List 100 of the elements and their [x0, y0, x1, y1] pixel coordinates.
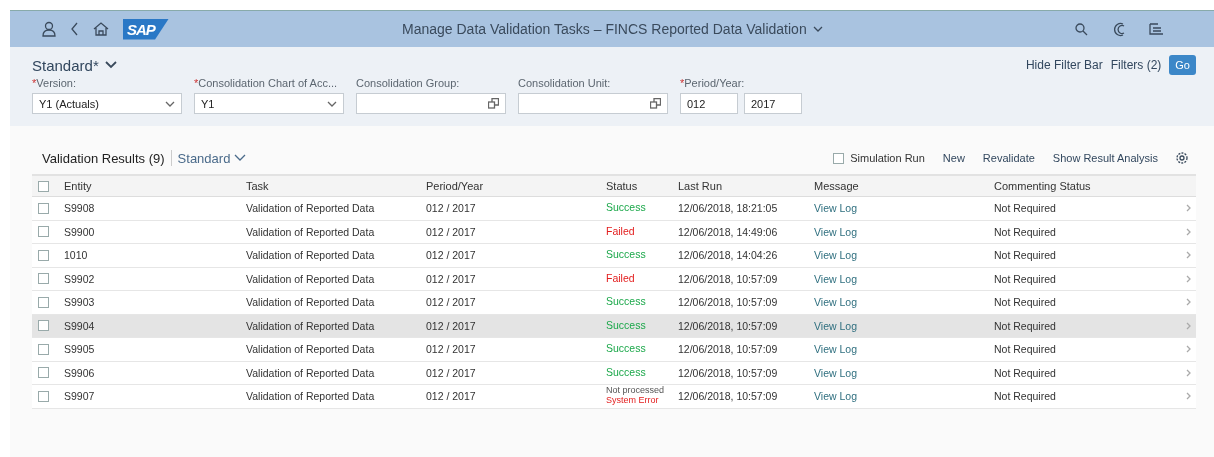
back-icon[interactable]: [70, 22, 79, 36]
input-field[interactable]: 2017: [744, 93, 802, 114]
home-icon[interactable]: [93, 22, 109, 36]
table-cell: Not Required: [994, 319, 1056, 332]
table-cell: 012 / 2017: [426, 319, 476, 332]
view-log-link[interactable]: View Log: [814, 249, 857, 262]
chevron-down-icon[interactable]: [165, 100, 175, 107]
checkbox[interactable]: [38, 180, 49, 192]
table-cell: Not Required: [994, 390, 1056, 403]
table-row[interactable]: S9900 Validation of Reported Data 012 / 2017 Failed 12/06/2018, 14:49:06 View Log Not Required: [32, 220, 1196, 244]
table-row[interactable]: S9905 Validation of Reported Data 012 / 2017 Success 12/06/2018, 10:57:09 View Log Not Required: [32, 338, 1196, 362]
view-log-link[interactable]: View Log: [814, 366, 857, 379]
table-row[interactable]: S9906 Validation of Reported Data 012 / 2017 Success 12/06/2018, 10:57:09 View Log Not Required: [32, 361, 1196, 385]
column-header[interactable]: Entity: [64, 180, 92, 192]
field-label: *Version:: [32, 77, 78, 89]
checkbox[interactable]: [38, 367, 49, 379]
table-cell: 12/06/2018, 14:04:26: [678, 249, 778, 262]
field-label: *Period/Year:: [680, 77, 746, 89]
table-row[interactable]: 1010 Validation of Reported Data 012 / 2017 Success 12/06/2018, 14:04:26 View Log Not Required: [32, 244, 1196, 268]
chevron-right-icon[interactable]: [1185, 251, 1191, 260]
dropdown-field[interactable]: Y1: [194, 93, 344, 114]
column-header[interactable]: Period/Year: [426, 180, 484, 192]
table-cell: Validation of Reported Data: [246, 296, 375, 309]
chevron-right-icon[interactable]: [1185, 274, 1191, 283]
table-row[interactable]: S9908 Validation of Reported Data 012 / 2017 Success 12/06/2018, 18:21:05 View Log Not Required: [32, 197, 1196, 221]
chevron-down-icon[interactable]: [104, 61, 117, 69]
table-cell: 012 / 2017: [426, 202, 476, 215]
table-cell: 012 / 2017: [426, 296, 476, 309]
table-cell: 012 / 2017: [426, 225, 476, 238]
table-cell: 12/06/2018, 10:57:09: [678, 319, 778, 332]
chevron-right-icon[interactable]: [1185, 204, 1191, 213]
chevron-right-icon[interactable]: [1185, 345, 1191, 354]
chevron-down-icon[interactable]: [327, 100, 337, 107]
chevron-right-icon[interactable]: [1185, 321, 1191, 330]
value-help-icon[interactable]: [488, 98, 499, 109]
table-cell: Validation of Reported Data: [246, 225, 375, 238]
toolbar-action[interactable]: Show Result Analysis: [1052, 152, 1158, 164]
checkbox[interactable]: [38, 273, 49, 285]
table-cell: S9900: [64, 225, 95, 238]
table-cell: Not Required: [994, 343, 1056, 356]
view-log-link[interactable]: View Log: [814, 343, 857, 356]
table-cell: S9908: [64, 202, 95, 215]
table-cell: 012 / 2017: [426, 390, 476, 403]
view-log-link[interactable]: View Log: [814, 390, 857, 403]
chevron-right-icon[interactable]: [1185, 298, 1191, 307]
input-field[interactable]: [518, 93, 668, 114]
chevron-right-icon[interactable]: [1185, 227, 1191, 236]
checkbox[interactable]: [38, 390, 49, 402]
chevron-right-icon[interactable]: [1185, 392, 1191, 401]
checkbox[interactable]: [38, 320, 49, 332]
input-field[interactable]: [356, 93, 506, 114]
checkbox[interactable]: [38, 249, 49, 261]
toolbar-action[interactable]: New: [942, 152, 965, 164]
status-text: Success: [606, 366, 646, 379]
table-row[interactable]: S9902 Validation of Reported Data 012 / 2017 Failed 12/06/2018, 10:57:09 View Log Not Required: [32, 267, 1196, 291]
view-log-link[interactable]: View Log: [814, 272, 857, 285]
input-field[interactable]: 012: [680, 93, 738, 114]
menu-icon[interactable]: [1149, 23, 1164, 35]
value-help-icon[interactable]: [650, 98, 661, 109]
table-cell: Validation of Reported Data: [246, 272, 375, 285]
column-header[interactable]: Status: [606, 180, 638, 192]
table-row[interactable]: S9904 Validation of Reported Data 012 / 2017 Success 12/06/2018, 10:57:09 View Log Not Required: [32, 314, 1196, 338]
table-row[interactable]: S9903 Validation of Reported Data 012 / 2017 Success 12/06/2018, 10:57:09 View Log Not Required: [32, 291, 1196, 315]
app-title[interactable]: Manage Data Validation Tasks – FINCS Reported Data Validation: [402, 21, 807, 37]
view-log-link[interactable]: View Log: [814, 296, 857, 309]
checkbox[interactable]: [38, 226, 49, 238]
column-header[interactable]: Last Run: [678, 180, 723, 192]
table-cell: 012 / 2017: [426, 249, 476, 262]
checkbox[interactable]: [38, 202, 49, 214]
chevron-down-icon[interactable]: [812, 25, 823, 33]
checkbox-label: Simulation Run: [850, 152, 925, 164]
column-header[interactable]: Task: [246, 180, 269, 192]
search-icon[interactable]: [1075, 22, 1088, 36]
toolbar-action[interactable]: Revalidate: [982, 152, 1035, 164]
table-row[interactable]: S9907 Validation of Reported Data 012 / 2017 Not processed System Error 12/06/2018, 10:57:09 View Log Not Required: [32, 385, 1196, 409]
filters-link[interactable]: Filters (2): [1110, 58, 1162, 72]
sap-logo[interactable]: SAP: [123, 18, 169, 40]
variant-title[interactable]: Standard: [177, 150, 231, 166]
table-cell: 012 / 2017: [426, 343, 476, 356]
column-header[interactable]: Message: [814, 180, 859, 192]
status-text: Success: [606, 202, 646, 214]
variant-title[interactable]: Standard*: [32, 56, 99, 74]
checkbox[interactable]: [38, 296, 49, 308]
table-cell: 012 / 2017: [426, 272, 476, 285]
view-log-link[interactable]: View Log: [814, 202, 857, 215]
status-text: Success: [606, 249, 646, 261]
checkbox[interactable]: [833, 152, 845, 164]
chevron-down-icon[interactable]: [234, 154, 247, 162]
dropdown-field[interactable]: Y1 (Actuals): [32, 93, 182, 114]
status-text: Failed: [606, 225, 635, 238]
user-icon[interactable]: [42, 21, 56, 37]
hide-filter-bar-link[interactable]: Hide Filter Bar: [1025, 58, 1103, 72]
chevron-right-icon[interactable]: [1185, 368, 1191, 377]
column-header[interactable]: Commenting Status: [994, 180, 1091, 192]
go-button[interactable]: Go: [1169, 55, 1196, 75]
settings-icon[interactable]: [1176, 152, 1188, 164]
view-log-link[interactable]: View Log: [814, 319, 857, 332]
checkbox[interactable]: [38, 343, 49, 355]
view-log-link[interactable]: View Log: [814, 225, 857, 238]
crescent-icon[interactable]: [1112, 21, 1125, 37]
